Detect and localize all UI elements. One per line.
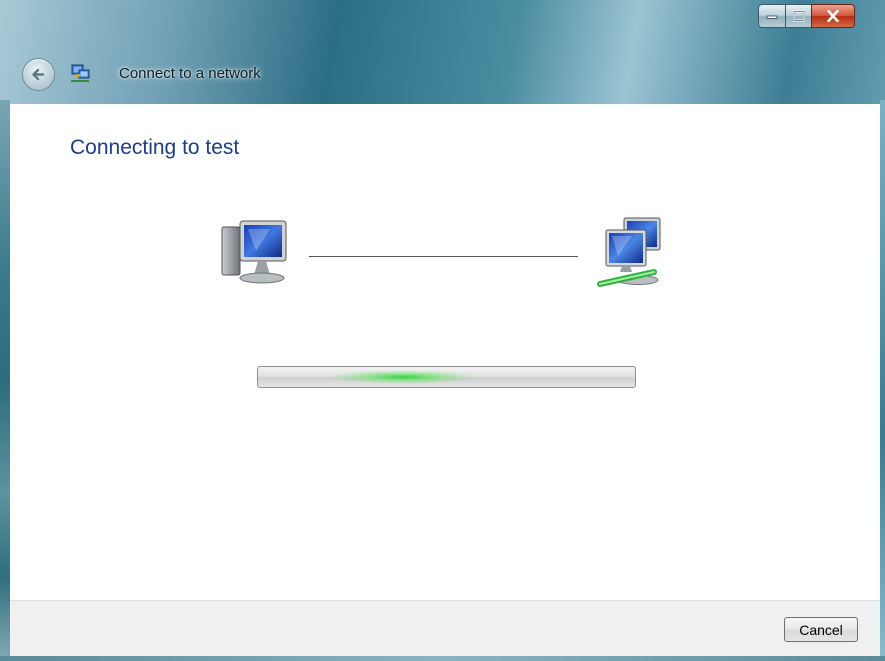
content-area: Connecting to test xyxy=(10,104,880,600)
computer-icon xyxy=(221,220,287,284)
connection-line xyxy=(309,256,578,257)
window-title: Connect to a network xyxy=(119,65,261,82)
window-frame-right xyxy=(880,100,885,661)
maximize-button[interactable] xyxy=(785,4,812,28)
network-computers-icon xyxy=(597,217,661,287)
title-row: Connect to a network xyxy=(0,52,885,96)
back-arrow-icon xyxy=(32,68,45,81)
caption-buttons xyxy=(758,4,878,28)
minimize-button[interactable] xyxy=(758,4,786,28)
close-icon xyxy=(827,10,839,22)
close-button[interactable] xyxy=(811,4,855,28)
maximize-icon xyxy=(792,10,805,22)
dialog-footer: Cancel xyxy=(10,600,880,657)
progress-marquee xyxy=(328,370,478,384)
window-frame-bottom xyxy=(0,656,885,661)
minimize-icon xyxy=(766,15,778,19)
network-icon xyxy=(71,64,90,82)
cancel-button[interactable]: Cancel xyxy=(784,617,858,642)
dialog-window: Connect to a network Connecting to test xyxy=(0,0,885,661)
window-frame-left xyxy=(0,100,10,661)
page-heading: Connecting to test xyxy=(70,136,240,159)
connection-progress-bar xyxy=(257,366,636,388)
back-button[interactable] xyxy=(22,58,55,91)
